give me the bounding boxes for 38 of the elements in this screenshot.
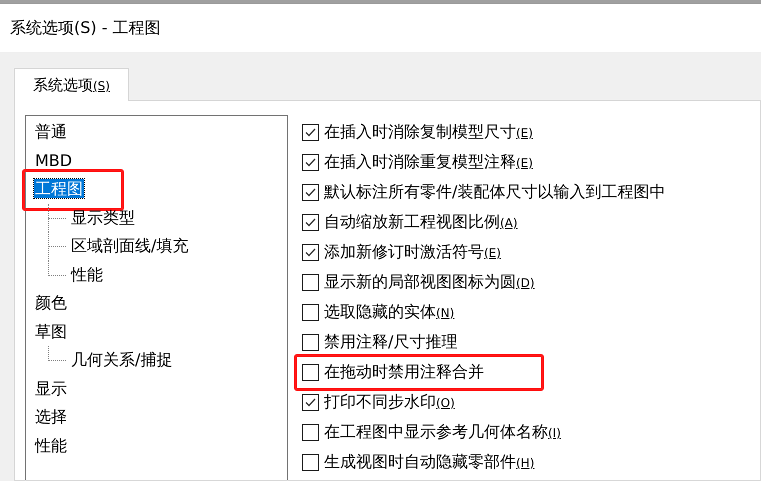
checkbox[interactable] [302,154,319,170]
tree-item[interactable]: 颜色 [34,293,68,312]
tree-item[interactable]: MBD [34,150,74,170]
checkbox[interactable] [302,304,319,320]
checkbox[interactable] [302,244,319,260]
tree-item[interactable]: 普通 [34,122,68,142]
checkbox[interactable] [302,364,319,380]
tree-item[interactable]: 区域剖面线/填充 [70,236,190,256]
tree-item[interactable]: 性能 [34,436,68,455]
checkbox[interactable] [302,184,319,200]
checkbox-label[interactable]: 禁用注释/尺寸推理 [324,330,458,354]
window-title: 系统选项(S) - 工程图 [10,17,161,39]
checkbox[interactable] [302,334,319,350]
tree-item[interactable]: 显示类型 [70,208,136,227]
checkbox-label[interactable]: 在插入时消除重复模型注释(E) [324,150,533,174]
checkbox-label[interactable]: 在工程图中显示参考几何体名称(I) [324,420,561,444]
checkbox-label[interactable]: 在插入时消除复制模型尺寸(E) [324,120,533,144]
tree-item[interactable]: 显示 [34,378,68,398]
checkbox-label[interactable]: 打印不同步水印(O) [324,390,455,414]
checkbox-label[interactable]: 选取隐藏的实体(N) [324,300,454,324]
checkbox-label[interactable]: 添加新修订时激活符号(E) [324,240,501,264]
tree-item[interactable]: 草图 [34,322,68,341]
checkbox[interactable] [302,214,319,230]
checkbox[interactable] [302,274,319,290]
checkbox-label[interactable]: 显示新的局部视图图标为圆(D) [324,270,535,294]
tree-item[interactable]: 几何关系/捕捉 [70,350,174,370]
tab[interactable]: 系统选项(S) [14,68,129,101]
checkbox[interactable] [302,394,319,410]
checkbox[interactable] [302,454,319,470]
checkbox-label[interactable]: 生成视图时自动隐藏零部件(H) [324,450,534,474]
tree-item[interactable]: 工程图 [34,179,84,198]
tree-item[interactable]: 性能 [70,264,104,284]
checkbox-label[interactable]: 在拖动时禁用注释合并 [324,360,484,384]
checkbox[interactable] [302,124,319,140]
checkbox[interactable] [302,424,319,440]
tree-item[interactable]: 选择 [34,407,68,426]
checkbox-label[interactable]: 默认标注所有零件/装配体尺寸以输入到工程图中 [324,180,666,204]
checkbox-label[interactable]: 自动缩放新工程视图比例(A) [324,210,518,234]
